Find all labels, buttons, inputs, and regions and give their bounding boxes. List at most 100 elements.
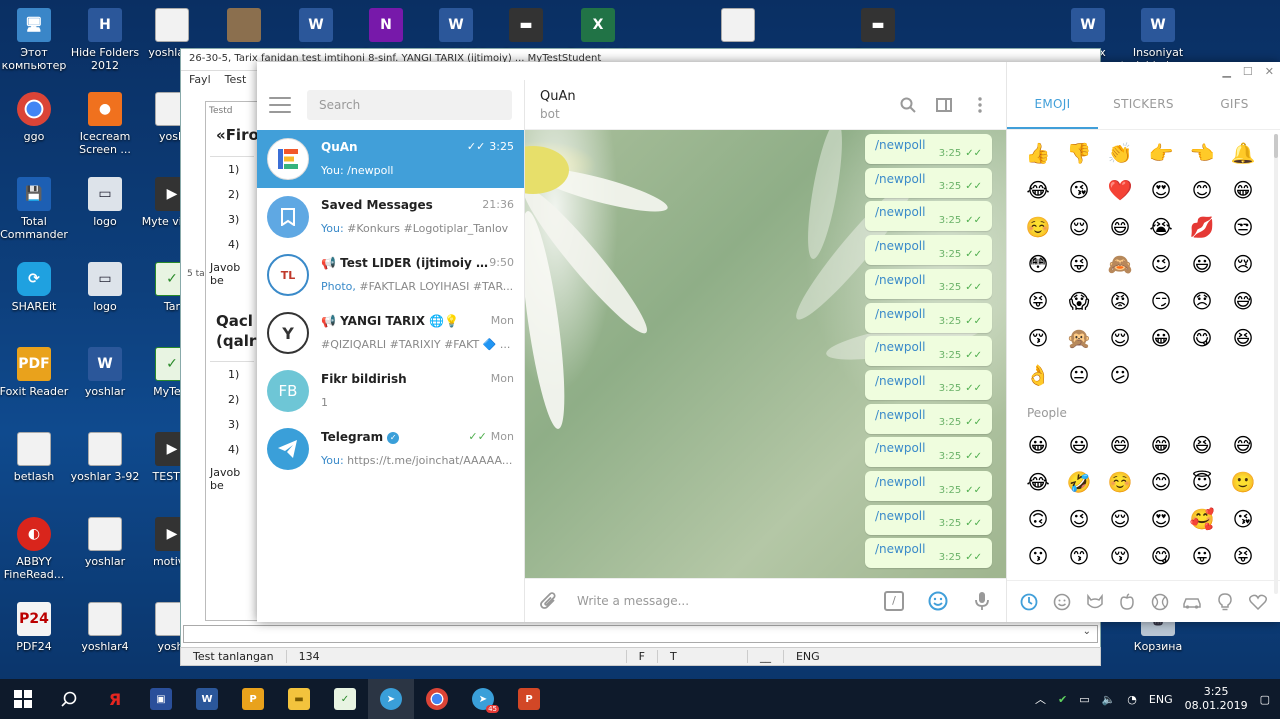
pdf-app-icon[interactable]: P — [230, 679, 276, 719]
chevron-up-icon[interactable]: ︿ — [1035, 691, 1046, 707]
sidebar-toggle-icon[interactable] — [933, 94, 955, 116]
desktop-icon-c2-4[interactable]: Wyoshlar — [67, 347, 143, 398]
emoji-item[interactable]: 😚 — [1107, 543, 1133, 569]
emoji-item[interactable]: 😝 — [1230, 543, 1256, 569]
message-bubble[interactable]: /newpoll 3:25 ✓✓ — [865, 201, 992, 232]
message-command-link[interactable]: /newpoll — [875, 542, 939, 556]
more-vertical-icon[interactable] — [969, 94, 991, 116]
emoji-item[interactable]: 😞 — [1189, 288, 1215, 314]
language-indicator[interactable]: ENG — [1149, 693, 1173, 706]
message-bubble[interactable]: /newpoll 3:25 ✓✓ — [865, 403, 992, 434]
emoji-item[interactable]: 😏 — [1148, 288, 1174, 314]
emoji-item[interactable]: 😉 — [1066, 506, 1092, 532]
desktop-icon-c2-0[interactable]: H Hide Folders 2012 — [67, 8, 143, 72]
emoji-item[interactable]: 💋 — [1189, 214, 1215, 240]
emoji-item[interactable]: 😀 — [1148, 325, 1174, 351]
emoji-item[interactable]: 😕 — [1107, 362, 1133, 388]
bot-commands-icon[interactable]: / — [882, 589, 906, 613]
symbols-heart-icon[interactable] — [1247, 591, 1269, 613]
message-bubble[interactable]: /newpoll 3:25 ✓✓ — [865, 235, 992, 266]
clock[interactable]: 3:25 08.01.2019 — [1185, 685, 1248, 713]
emoji-item[interactable]: 👎 — [1066, 140, 1092, 166]
emoji-item[interactable]: 😆 — [1189, 432, 1215, 458]
notifications-icon[interactable]: ▢ — [1260, 693, 1270, 706]
emoji-item[interactable]: 😋 — [1148, 543, 1174, 569]
desktop-icon-c2-3[interactable]: ▭ logo — [67, 262, 143, 313]
row-2[interactable]: 2) — [210, 182, 254, 207]
emoji-item[interactable]: 😍 — [1148, 177, 1174, 203]
row-3[interactable]: 3) — [210, 207, 254, 232]
emoji-item[interactable]: ❤️ — [1107, 177, 1133, 203]
desktop-icon-c1-4[interactable]: PDF Foxit Reader — [0, 347, 72, 398]
message-command-link[interactable]: /newpoll — [875, 307, 939, 321]
desktop-icon-c2-2[interactable]: ▭ logo — [67, 177, 143, 228]
message-command-link[interactable]: /newpoll — [875, 273, 939, 287]
emoji-item[interactable]: 😜 — [1066, 251, 1092, 277]
chat-item-yangi-tarix[interactable]: Y 📢 YANGI TARIX 🌐💡 Mon #QIZIQARLI #TARIX… — [257, 304, 524, 362]
emoji-item[interactable]: 😅 — [1230, 432, 1256, 458]
message-input[interactable]: Write a message... — [577, 594, 862, 608]
desktop-icon-c2-5[interactable]: yoshlar 3-92 — [67, 432, 143, 483]
desktop-icon-c2-6[interactable]: yoshlar — [67, 517, 143, 568]
emoji-item[interactable]: 😒 — [1230, 214, 1256, 240]
emoji-item[interactable]: 😘 — [1230, 506, 1256, 532]
emoji-scrollbar[interactable] — [1274, 134, 1278, 158]
desktop-icon-c1-6[interactable]: ◐ ABBYY FineRead... — [0, 517, 72, 581]
desktop-icon-c2-1[interactable]: ● Icecream Screen ... — [67, 92, 143, 156]
emoji-item[interactable]: 😆 — [1230, 325, 1256, 351]
emoji-item[interactable]: 😍 — [1148, 506, 1174, 532]
emoji-icon[interactable] — [926, 589, 950, 613]
emoji-item[interactable]: 😋 — [1189, 325, 1215, 351]
emoji-item[interactable]: 😗 — [1025, 543, 1051, 569]
emoji-item[interactable]: 🤣 — [1066, 469, 1092, 495]
emoji-item[interactable]: 😚 — [1025, 325, 1051, 351]
emoji-item[interactable]: 😁 — [1230, 177, 1256, 203]
emoji-item[interactable]: 😃 — [1066, 432, 1092, 458]
desktop-icon-c1-5[interactable]: betlash — [0, 432, 72, 483]
desktop-icon-c1-0[interactable]: 🖥 Этот компьютер — [0, 8, 72, 72]
bottom-dropdown[interactable]: ⌄ — [183, 625, 1098, 643]
floppy-app-icon[interactable]: ▣ — [138, 679, 184, 719]
row-3b[interactable]: 3) — [210, 412, 254, 437]
emoji-item[interactable]: 😊 — [1148, 469, 1174, 495]
chat-item-quan[interactable]: QuAn ✓✓ 3:25 You: /newpoll — [257, 130, 524, 188]
emoji-item[interactable]: 👌 — [1025, 362, 1051, 388]
emoji-item[interactable]: 😄 — [1107, 432, 1133, 458]
emoji-item[interactable]: 👍 — [1025, 140, 1051, 166]
message-command-link[interactable]: /newpoll — [875, 138, 939, 152]
row-4b[interactable]: 4) — [210, 437, 254, 462]
message-command-link[interactable]: /newpoll — [875, 441, 939, 455]
desktop-icon-c1-2[interactable]: 💾 Total Commander — [0, 177, 72, 241]
emoji-item[interactable]: 😡 — [1107, 288, 1133, 314]
emoji-item[interactable]: 😂 — [1025, 469, 1051, 495]
powerpoint-app-icon[interactable]: P — [506, 679, 552, 719]
row-4[interactable]: 4) — [210, 232, 254, 257]
emoji-item[interactable]: 🙃 — [1025, 506, 1051, 532]
search-icon[interactable] — [897, 94, 919, 116]
chat-item-test-lider[interactable]: TL 📢 Test LIDER (ijtimoiy 🎓) 9:50 Photo,… — [257, 246, 524, 304]
message-command-link[interactable]: /newpoll — [875, 408, 939, 422]
telegram-app-icon[interactable]: ➤ — [368, 679, 414, 719]
food-category-icon[interactable] — [1116, 591, 1138, 613]
chat-item-fikr-bildirish[interactable]: FB Fikr bildirish Mon 1 — [257, 362, 524, 420]
tab-stickers[interactable]: STICKERS — [1098, 80, 1189, 129]
message-command-link[interactable]: /newpoll — [875, 475, 939, 489]
tab-gifs[interactable]: GIFS — [1189, 80, 1280, 129]
network-icon[interactable]: ◔ — [1127, 693, 1137, 706]
minimize-icon[interactable]: ▁ — [1222, 65, 1230, 78]
message-bubble[interactable]: /newpoll 3:25 ✓✓ — [865, 167, 992, 198]
menu-fayl[interactable]: Fayl — [189, 73, 211, 89]
emoji-item[interactable]: 👏 — [1107, 140, 1133, 166]
search-input[interactable]: Search — [307, 90, 512, 120]
emoji-item[interactable]: 👈 — [1189, 140, 1215, 166]
message-bubble[interactable]: /newpoll 3:25 ✓✓ — [865, 336, 992, 367]
row-1[interactable]: 1) — [210, 157, 254, 182]
emoji-scroll-track[interactable] — [1274, 134, 1278, 594]
emoji-item[interactable]: 😌 — [1107, 325, 1133, 351]
chat-item-telegram[interactable]: Telegram ✓ ✓✓ Mon You: https://t.me/joinc… — [257, 420, 524, 478]
emoji-item[interactable]: 😉 — [1148, 251, 1174, 277]
emoji-item[interactable]: 😱 — [1066, 288, 1092, 314]
recent-clock-icon[interactable] — [1018, 591, 1040, 613]
emoji-item[interactable]: 😝 — [1025, 288, 1051, 314]
chat-item-saved-messages[interactable]: Saved Messages 21:36 You: #Konkurs #Logo… — [257, 188, 524, 246]
